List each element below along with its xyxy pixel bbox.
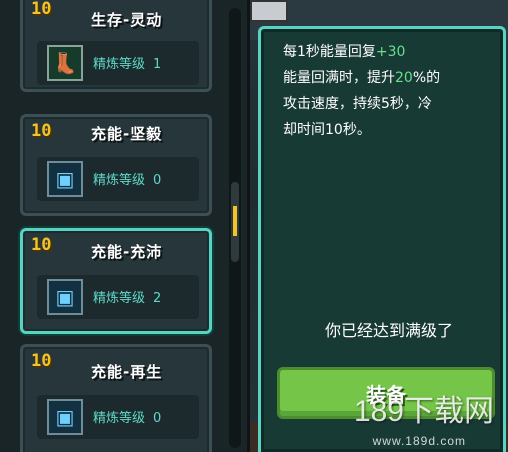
skill-level-badge: 10 bbox=[31, 121, 52, 141]
refine-level: 精炼等级 0 bbox=[93, 411, 162, 426]
refine-level: 精炼等级 0 bbox=[93, 173, 162, 188]
skill-name: 充能-充沛 bbox=[91, 243, 163, 261]
skill-list-scrollbar[interactable] bbox=[229, 8, 241, 448]
skill-card[interactable]: 10 生存-灵动 👢 精炼等级 1 bbox=[20, 0, 212, 92]
blue-chip-icon: ▣ bbox=[47, 399, 83, 435]
skill-card[interactable]: 10 充能-再生 ▣ 精炼等级 0 bbox=[20, 344, 212, 452]
skill-card[interactable]: 10 充能-坚毅 ▣ 精炼等级 0 bbox=[20, 114, 212, 216]
site-watermark-url: www.189d.com bbox=[372, 434, 466, 448]
site-watermark: 189下载网 bbox=[353, 395, 494, 428]
desc-line: 却时间10秒。 bbox=[283, 122, 371, 138]
green-boot-icon: 👢 bbox=[47, 45, 83, 81]
skill-info: ▣ 精炼等级 0 bbox=[37, 157, 199, 201]
blue-chip-icon: ▣ bbox=[47, 161, 83, 197]
skill-name: 生存-灵动 bbox=[91, 11, 163, 29]
skill-level-badge: 10 bbox=[31, 351, 52, 371]
skill-info: 👢 精炼等级 1 bbox=[37, 41, 199, 85]
skill-name: 充能-坚毅 bbox=[91, 125, 163, 143]
desc-line: 每1秒能量回复+30 bbox=[283, 44, 406, 60]
desc-line: 能量回满时，提升20%的 bbox=[283, 70, 441, 86]
scrollbar-thumb[interactable] bbox=[231, 182, 239, 262]
skill-list[interactable]: 10 生存-灵动 👢 精炼等级 1 10 充能-坚毅 ▣ 精炼等级 0 10 充能-… bbox=[0, 0, 250, 452]
background-character bbox=[250, 0, 288, 22]
skill-info: ▣ 精炼等级 2 bbox=[37, 275, 199, 319]
blue-chip-icon: ▣ bbox=[47, 279, 83, 315]
refine-level: 精炼等级 1 bbox=[93, 57, 162, 72]
max-level-notice: 你已经达到满级了 bbox=[324, 321, 453, 340]
skill-card-selected[interactable]: 10 充能-充沛 ▣ 精炼等级 2 bbox=[20, 228, 212, 334]
desc-line: 攻击速度，持续5秒，冷 bbox=[283, 96, 432, 112]
skill-level-badge: 10 bbox=[31, 235, 52, 255]
skill-description: 每1秒能量回复+30 能量回满时，提升20%的 攻击速度，持续5秒，冷 却时间1… bbox=[283, 39, 493, 143]
skill-info: ▣ 精炼等级 0 bbox=[37, 395, 199, 439]
refine-level: 精炼等级 2 bbox=[93, 291, 162, 306]
skill-level-badge: 10 bbox=[31, 0, 52, 19]
skill-name: 充能-再生 bbox=[91, 363, 163, 381]
